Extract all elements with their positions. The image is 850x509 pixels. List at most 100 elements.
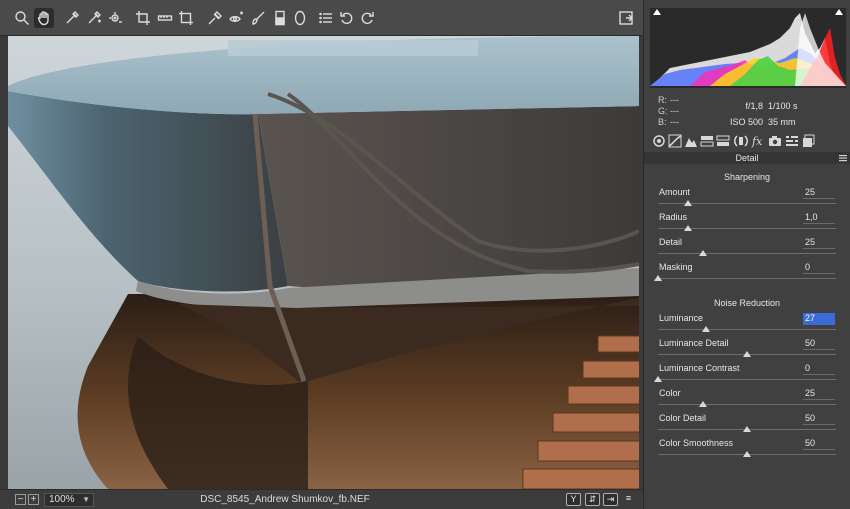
- slider-value-input[interactable]: 50: [803, 338, 835, 350]
- effects-icon[interactable]: fx: [751, 134, 765, 148]
- noise-reduction-title: Noise Reduction: [713, 298, 781, 308]
- tone-curve-icon[interactable]: [668, 134, 682, 148]
- slider-label: Luminance Detail: [659, 338, 729, 348]
- targeted-adjustment-icon[interactable]: [106, 8, 126, 28]
- slider-track[interactable]: [654, 275, 836, 281]
- histogram: [650, 8, 846, 88]
- zoom-level-select[interactable]: 100% ▼: [44, 493, 94, 507]
- slider-thumb[interactable]: [684, 200, 693, 206]
- red-eye-icon[interactable]: [226, 8, 246, 28]
- slider-value-input[interactable]: 50: [803, 438, 835, 450]
- crop-icon[interactable]: [133, 8, 153, 28]
- slider-track[interactable]: [658, 200, 836, 206]
- slider-thumb[interactable]: [654, 376, 662, 382]
- b-label: B:: [658, 117, 667, 127]
- straighten-icon[interactable]: [155, 8, 175, 28]
- slider-detail: Detail 25: [644, 237, 850, 259]
- panel-menu-icon[interactable]: [839, 154, 847, 162]
- swap-settings-icon[interactable]: ⇵: [585, 493, 600, 506]
- zoom-out-button[interactable]: −: [15, 494, 26, 505]
- slider-thumb[interactable]: [743, 451, 751, 457]
- slider-value-input[interactable]: 25: [803, 237, 835, 249]
- zoom-in-button[interactable]: +: [28, 494, 39, 505]
- section-title: Detail: [735, 153, 759, 163]
- rotate-ccw-icon[interactable]: [337, 8, 357, 28]
- status-bar: − + 100% ▼ DSC_8545_Andrew Shumkov_fb.NE…: [0, 489, 643, 509]
- preferences-icon[interactable]: [316, 8, 336, 28]
- slider-thumb[interactable]: [702, 326, 711, 332]
- file-name: DSC_8545_Andrew Shumkov_fb.NEF: [200, 494, 370, 505]
- slider-label: Luminance: [659, 313, 704, 323]
- slider-label: Color: [659, 388, 681, 398]
- hand-icon[interactable]: [34, 8, 54, 28]
- chevron-down-icon: ▼: [82, 495, 90, 504]
- before-after-toggle-button[interactable]: Y: [566, 493, 581, 506]
- copy-settings-icon[interactable]: ⇥: [603, 493, 618, 506]
- adjustments-panel: R: --- G: --- B: --- f/1,8 1/100 s ISO 500 …: [643, 0, 850, 509]
- slider-thumb[interactable]: [698, 250, 707, 256]
- graduated-filter-icon[interactable]: [270, 8, 290, 28]
- lens-corrections-icon[interactable]: [734, 134, 748, 148]
- slider-track[interactable]: [658, 326, 836, 332]
- iso-value: ISO 500: [729, 117, 763, 127]
- hsl-icon[interactable]: [700, 134, 714, 148]
- split-toning-icon[interactable]: [716, 134, 730, 148]
- r-label: R:: [658, 95, 667, 105]
- fullscreen-toggle-icon[interactable]: [616, 8, 636, 28]
- slider-value-input[interactable]: 50: [803, 413, 835, 425]
- slider-luminance: Luminance 27: [644, 313, 850, 335]
- slider-label: Masking: [659, 262, 693, 272]
- aperture-value: f/1,8: [745, 101, 763, 111]
- white-balance-icon[interactable]: [62, 8, 82, 28]
- slider-track[interactable]: [654, 376, 836, 382]
- boat-photo: [8, 36, 639, 489]
- slider-value-input[interactable]: 25: [803, 187, 835, 199]
- g-value: ---: [670, 106, 679, 116]
- slider-radius: Radius 1,0: [644, 212, 850, 234]
- spot-removal-icon[interactable]: [205, 8, 225, 28]
- adjustment-brush-icon[interactable]: [248, 8, 268, 28]
- slider-masking: Masking 0: [644, 262, 850, 284]
- slider-thumb[interactable]: [698, 401, 707, 407]
- slider-thumb[interactable]: [743, 426, 751, 432]
- color-sampler-icon[interactable]: [84, 8, 104, 28]
- slider-value-input[interactable]: 25: [803, 388, 835, 400]
- slider-track[interactable]: [658, 351, 836, 357]
- highlight-clipping-icon[interactable]: [834, 8, 844, 18]
- slider-value-input[interactable]: 0: [803, 363, 835, 375]
- shadow-clipping-icon[interactable]: [652, 8, 662, 18]
- presets-icon[interactable]: [785, 134, 799, 148]
- radial-filter-icon[interactable]: [290, 8, 310, 28]
- slider-track[interactable]: [658, 451, 836, 457]
- slider-track[interactable]: [658, 225, 836, 231]
- slider-value-input[interactable]: 27: [803, 313, 835, 325]
- slider-luminance-detail: Luminance Detail 50: [644, 338, 850, 360]
- camera-calibration-icon[interactable]: [768, 134, 782, 148]
- focal-length-value: 35 mm: [768, 117, 796, 127]
- slider-track[interactable]: [658, 250, 836, 256]
- zoom-level-value: 100%: [49, 494, 75, 505]
- settings-sliders-icon[interactable]: ≡: [621, 493, 636, 506]
- shutter-value: 1/100 s: [768, 101, 798, 111]
- slider-label: Color Smoothness: [659, 438, 734, 448]
- slider-value-input[interactable]: 1,0: [803, 212, 835, 224]
- rotate-cw-icon[interactable]: [357, 8, 377, 28]
- slider-color-smoothness: Color Smoothness 50: [644, 438, 850, 460]
- transform-icon[interactable]: [176, 8, 196, 28]
- svg-text:fx: fx: [751, 135, 763, 148]
- sharpening-title: Sharpening: [723, 172, 771, 182]
- slider-track[interactable]: [658, 426, 836, 432]
- slider-value-input[interactable]: 0: [803, 262, 835, 274]
- slider-color-detail: Color Detail 50: [644, 413, 850, 435]
- image-preview[interactable]: [8, 36, 639, 489]
- slider-thumb[interactable]: [743, 351, 751, 357]
- slider-thumb[interactable]: [684, 225, 693, 231]
- basic-icon[interactable]: [652, 134, 666, 148]
- detail-icon[interactable]: [684, 134, 698, 148]
- slider-thumb[interactable]: [654, 275, 662, 281]
- slider-label: Color Detail: [659, 413, 707, 423]
- snapshots-icon[interactable]: [802, 134, 816, 148]
- rgb-readout: R: --- G: --- B: ---: [658, 95, 682, 128]
- slider-track[interactable]: [658, 401, 836, 407]
- zoom-icon[interactable]: [12, 8, 32, 28]
